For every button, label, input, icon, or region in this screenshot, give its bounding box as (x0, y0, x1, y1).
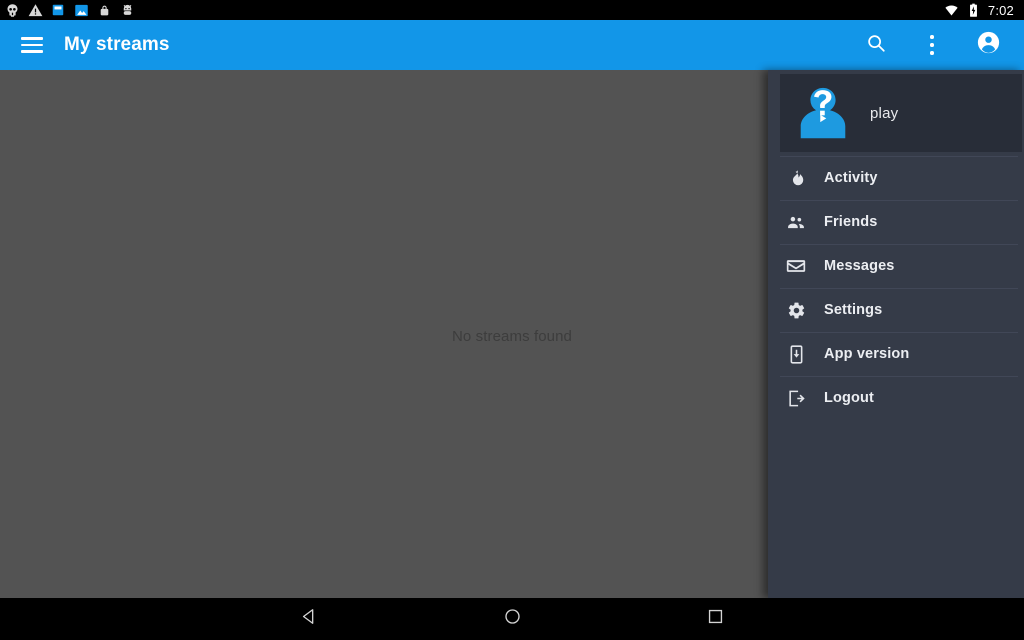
sd-card-icon (50, 2, 66, 18)
drawer-item-app-version[interactable]: App version (768, 332, 1024, 376)
hamburger-menu-button[interactable] (10, 23, 54, 67)
lock-icon (96, 2, 112, 18)
hamburger-menu-icon (21, 37, 43, 53)
android-navigation-bar (0, 598, 1024, 640)
drawer-item-friends[interactable]: Friends (768, 200, 1024, 244)
home-button[interactable] (488, 598, 536, 640)
drawer-item-settings[interactable]: Settings (768, 288, 1024, 332)
android-screen: 7:02 My streams No streams found play Ac… (0, 0, 1024, 640)
drawer-item-label: Activity (824, 170, 878, 186)
account-circle-icon (976, 30, 1001, 60)
search-button[interactable] (854, 23, 898, 67)
flame-icon (786, 168, 806, 188)
home-circle-icon (503, 607, 522, 631)
status-bar: 7:02 (0, 0, 1024, 20)
drawer-item-messages[interactable]: Messages (768, 244, 1024, 288)
envelope-icon (786, 256, 806, 276)
drawer-username: play (870, 104, 899, 122)
navigation-drawer: play Activity Friends Messages Settings … (768, 70, 1024, 598)
overflow-menu-icon (930, 35, 934, 55)
drawer-item-label: Settings (824, 302, 883, 318)
toolbar-actions (854, 23, 1010, 67)
overflow-menu-button[interactable] (910, 23, 954, 67)
recents-square-icon (706, 607, 725, 631)
drawer-item-label: Friends (824, 214, 878, 230)
unknown-user-avatar (792, 82, 854, 144)
system-update-icon (786, 344, 806, 364)
wifi-icon (944, 2, 960, 18)
drawer-item-label: Messages (824, 258, 895, 274)
account-button[interactable] (966, 23, 1010, 67)
warning-triangle-icon (27, 2, 43, 18)
photo-icon (73, 2, 89, 18)
drawer-item-label: App version (824, 346, 910, 362)
people-icon (786, 212, 806, 232)
page-title: My streams (64, 34, 170, 55)
drawer-item-logout[interactable]: Logout (768, 376, 1024, 420)
back-triangle-icon (300, 607, 319, 631)
status-bar-left-icons (4, 2, 135, 18)
drawer-menu-list: Activity Friends Messages Settings App v… (768, 156, 1024, 420)
exit-icon (786, 388, 806, 408)
android-bug-icon (119, 2, 135, 18)
skull-face-icon (4, 2, 20, 18)
gear-icon (786, 300, 806, 320)
back-button[interactable] (285, 598, 333, 640)
drawer-profile-header[interactable]: play (780, 74, 1022, 152)
drawer-item-activity[interactable]: Activity (768, 156, 1024, 200)
recents-button[interactable] (691, 598, 739, 640)
drawer-item-label: Logout (824, 390, 875, 406)
app-toolbar: My streams (0, 20, 1024, 70)
status-bar-clock: 7:02 (987, 2, 1014, 18)
status-bar-right-icons: 7:02 (944, 2, 1016, 18)
battery-charging-icon (966, 2, 982, 18)
search-icon (865, 32, 887, 59)
